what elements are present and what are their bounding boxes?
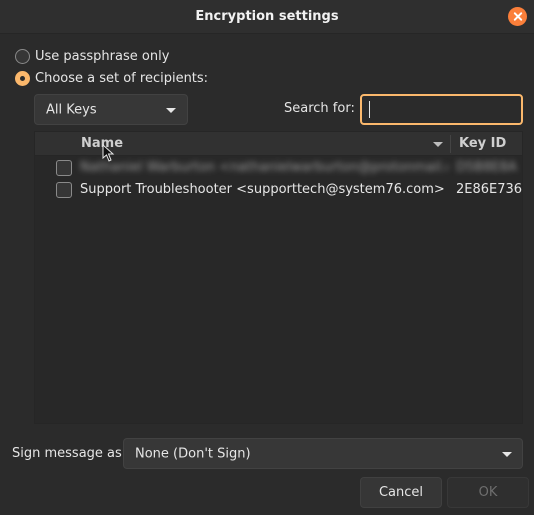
passphrase-radio[interactable] bbox=[15, 48, 30, 64]
recipients-label: Choose a set of recipients: bbox=[35, 70, 209, 86]
title-bar: Encryption settings bbox=[0, 0, 534, 34]
sign-as-value: None (Don't Sign) bbox=[135, 446, 251, 461]
row-checkbox[interactable] bbox=[56, 160, 72, 176]
table-row[interactable]: Support Troubleshooter <supporttech@syst… bbox=[35, 179, 522, 202]
sign-label: Sign message as: bbox=[12, 446, 127, 461]
dialog-title: Encryption settings bbox=[195, 9, 339, 24]
ok-button[interactable]: OK bbox=[447, 477, 529, 508]
sign-as-select[interactable]: None (Don't Sign) bbox=[123, 438, 523, 469]
recipients-option[interactable]: Choose a set of recipients: bbox=[15, 69, 208, 87]
search-input[interactable] bbox=[360, 94, 523, 125]
passphrase-label: Use passphrase only bbox=[35, 48, 170, 64]
recipients-table[interactable]: Name Key ID Nathaniel Warburton <nathani… bbox=[34, 131, 523, 424]
chevron-down-icon bbox=[502, 452, 512, 457]
recipients-radio[interactable] bbox=[15, 70, 30, 86]
passphrase-option[interactable]: Use passphrase only bbox=[15, 47, 169, 65]
close-icon[interactable] bbox=[508, 7, 527, 26]
sort-down-icon[interactable] bbox=[433, 142, 443, 147]
keys-filter-value: All Keys bbox=[46, 102, 97, 117]
search-label: Search for: bbox=[284, 101, 355, 116]
recipient-name: Support Troubleshooter <supporttech@syst… bbox=[80, 182, 448, 197]
mouse-pointer-icon bbox=[102, 144, 115, 162]
keys-filter-select[interactable]: All Keys bbox=[34, 94, 188, 125]
cancel-button[interactable]: Cancel bbox=[360, 477, 442, 508]
recipient-key-id: 2E86E736 bbox=[456, 182, 522, 197]
column-header-key-id[interactable]: Key ID bbox=[459, 136, 506, 151]
recipient-name: Nathaniel Warburton <nathanielwarburton@… bbox=[80, 160, 448, 175]
column-divider[interactable] bbox=[450, 135, 451, 153]
text-cursor bbox=[369, 101, 370, 118]
recipient-key-id: D5B8E8A bbox=[456, 160, 517, 175]
chevron-down-icon bbox=[166, 108, 176, 113]
row-checkbox[interactable] bbox=[56, 182, 72, 198]
